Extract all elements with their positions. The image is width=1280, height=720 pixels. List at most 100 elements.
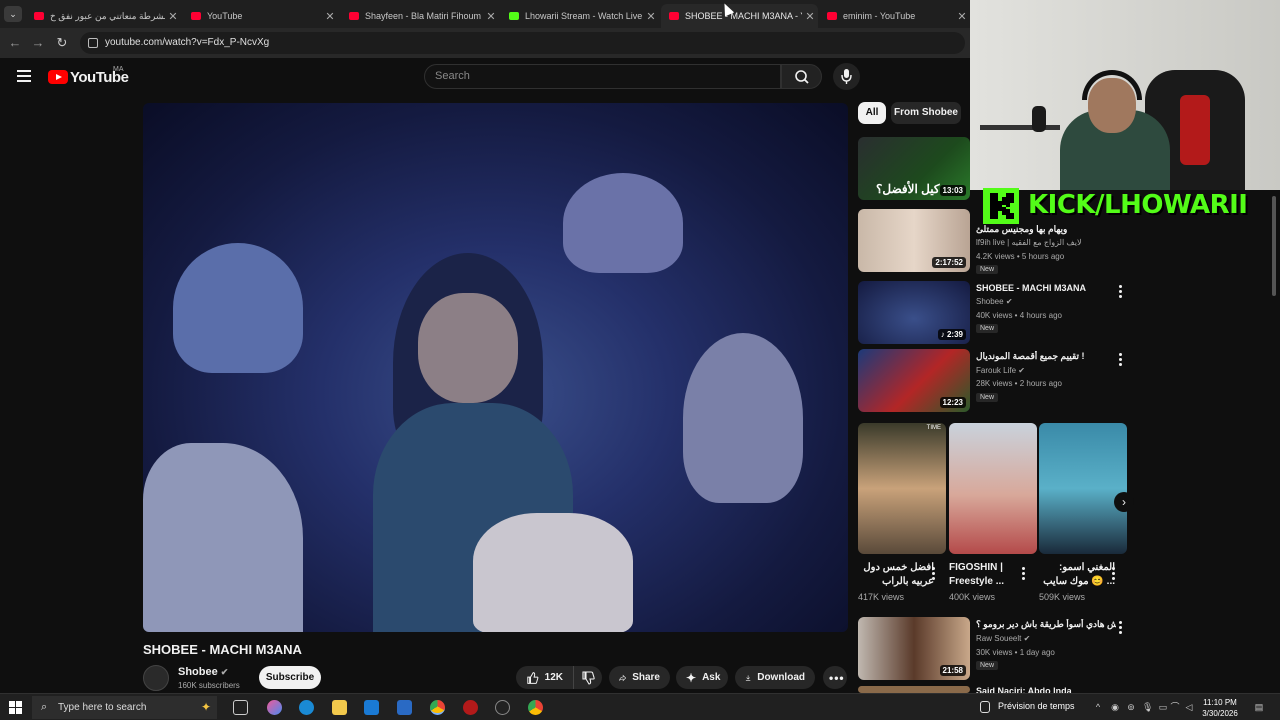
webcam-mic: [1032, 106, 1046, 132]
short-title[interactable]: افضل خمس دول عربيه بالراب: [858, 561, 934, 589]
rec-meta: 30K views • 1 day ago: [976, 648, 1055, 657]
browser-tab-3[interactable]: Shayfeen - Bla Matiri Fihoum ( ✕: [341, 4, 499, 28]
webcam-overlay: [970, 0, 1280, 190]
notifications-icon[interactable]: ▤: [1254, 702, 1264, 712]
reload-icon[interactable]: ↻: [53, 34, 71, 52]
video-frame-figure: [683, 333, 803, 503]
search-button[interactable]: [781, 64, 822, 89]
voice-search-button[interactable]: [833, 63, 860, 90]
page-scrollbar[interactable]: [1272, 196, 1276, 296]
hamburger-menu-icon[interactable]: [17, 70, 31, 82]
obs-icon[interactable]: [463, 700, 478, 715]
more-options-icon[interactable]: [1022, 567, 1026, 582]
rec-thumbnail-6[interactable]: [858, 686, 970, 693]
rec-channel[interactable]: Raw Soueelt ✔: [976, 634, 1030, 643]
tab-title: SHOBEE - MACHI M3ANA - You: [685, 11, 802, 21]
copilot-icon[interactable]: [267, 700, 282, 715]
tray-expand-icon[interactable]: ^: [1093, 702, 1103, 712]
taskbar-search-input[interactable]: ⌕ Type here to search ✦: [32, 696, 217, 719]
clock-date: 3/30/2026: [1202, 709, 1238, 718]
windows-start-icon[interactable]: [9, 701, 22, 714]
rec-thumbnail-4[interactable]: 12:23: [858, 349, 970, 412]
rec-title[interactable]: تقييم جميع أقمصة المونديال !: [976, 351, 1116, 362]
store-icon[interactable]: [364, 700, 379, 715]
rec-thumbnail-3[interactable]: ♪ 2:39: [858, 281, 970, 344]
display-icon[interactable]: ▭: [1158, 702, 1168, 712]
tray-app-icon[interactable]: ⊚: [1126, 702, 1136, 712]
youtube-logo[interactable]: YouTube MA: [48, 66, 129, 86]
close-tab-icon[interactable]: ✕: [954, 10, 970, 23]
like-button[interactable]: 12K: [516, 666, 573, 689]
dislike-button[interactable]: [573, 666, 602, 689]
video-player[interactable]: [143, 103, 848, 632]
task-view-icon[interactable]: [233, 700, 248, 715]
rec-meta: 28K views • 2 hours ago: [976, 379, 1062, 388]
more-options-icon[interactable]: [932, 567, 936, 582]
more-options-icon[interactable]: [1119, 285, 1123, 300]
edge-icon[interactable]: [299, 700, 314, 715]
close-tab-icon[interactable]: ✕: [322, 10, 338, 23]
browser-tab-6[interactable]: eminim - YouTube ✕: [819, 4, 970, 28]
close-tab-icon[interactable]: ✕: [643, 10, 659, 23]
close-tab-icon[interactable]: ✕: [802, 10, 818, 23]
new-badge: New: [976, 265, 999, 274]
download-button[interactable]: Download: [735, 666, 815, 689]
close-tab-icon[interactable]: ✕: [165, 10, 181, 23]
rec-channel[interactable]: Farouk Life ✔: [976, 366, 1025, 375]
file-explorer-icon[interactable]: [332, 700, 347, 715]
video-duration: ♪ 2:39: [937, 329, 966, 340]
tab-title: Shayfeen - Bla Matiri Fihoum (: [365, 11, 483, 21]
short-thumbnail-1[interactable]: TIME: [858, 423, 946, 554]
volume-icon[interactable]: ◁: [1184, 702, 1194, 712]
search-icon: ⌕: [41, 701, 48, 713]
close-tab-icon[interactable]: ✕: [483, 10, 499, 23]
rec-title[interactable]: SHOBEE - MACHI M3ANA: [976, 283, 1116, 293]
microphone-icon[interactable]: 🎙: [1142, 702, 1153, 712]
short-thumbnail-3[interactable]: [1039, 423, 1127, 554]
network-icon[interactable]: ⌒: [1170, 702, 1180, 712]
rec-thumbnail-5[interactable]: 21:58: [858, 617, 970, 680]
more-options-icon[interactable]: [1119, 621, 1123, 636]
rec-thumbnail-1[interactable]: كيل الأفضل؟ 13:03: [858, 137, 970, 200]
tab-title: Lhowarii Stream - Watch Live o: [525, 11, 643, 21]
share-button[interactable]: Share: [609, 666, 670, 689]
more-options-icon[interactable]: [1119, 353, 1123, 368]
taskbar-clock[interactable]: 11:10 PM 3/30/2026: [1198, 697, 1242, 719]
browser-tab-1[interactable]: الشرطة منعاتني من عبور نفق خ ✕: [26, 4, 181, 28]
browser-tab-2[interactable]: YouTube ✕: [183, 4, 338, 28]
browser-tab-5[interactable]: SHOBEE - MACHI M3ANA - You ✕: [661, 4, 818, 28]
back-icon[interactable]: ←: [6, 34, 24, 52]
rec-channel-text: Raw Soueelt: [976, 634, 1022, 643]
short-title[interactable]: المغني اسمو: موك سايب 😊 ...: [1039, 561, 1115, 589]
tab-title: الشرطة منعاتني من عبور نفق خ: [50, 10, 165, 21]
chrome-profile-icon[interactable]: [528, 700, 543, 715]
weather-widget[interactable]: Prévision de temps: [998, 701, 1075, 711]
short-title[interactable]: FIGOSHIN | Freestyle ...: [949, 561, 1025, 589]
capcut-icon[interactable]: [495, 700, 510, 715]
forward-icon[interactable]: →: [29, 34, 47, 52]
rec-title[interactable]: واش هادي أسوأ طريقة باش دير برومو ؟: [976, 619, 1116, 630]
ask-button[interactable]: ✦ Ask: [676, 666, 728, 689]
chrome-icon[interactable]: [430, 700, 445, 715]
search-input[interactable]: Search: [424, 64, 781, 89]
browser-tab-4[interactable]: Lhowarii Stream - Watch Live o ✕: [501, 4, 659, 28]
rec-thumbnail-2[interactable]: 2:17:52: [858, 209, 970, 272]
outlook-icon[interactable]: [397, 700, 412, 715]
tray-app-icon[interactable]: ◉: [1110, 702, 1120, 712]
tab-search-button[interactable]: ⌄: [4, 6, 22, 22]
more-actions-button[interactable]: •••: [823, 666, 847, 689]
like-count: 12K: [544, 672, 563, 683]
channel-name[interactable]: Shobee ✔: [178, 666, 228, 678]
subscribe-button[interactable]: Subscribe: [259, 666, 321, 689]
shorts-next-button[interactable]: ›: [1114, 492, 1134, 512]
short-thumbnail-2[interactable]: [949, 423, 1037, 554]
rec-title[interactable]: ويهام بها ومجنيس ممتلئ: [976, 224, 1116, 235]
site-info-icon[interactable]: [88, 38, 98, 48]
chip-from-shobee[interactable]: From Shobee: [891, 102, 961, 124]
rec-channel[interactable]: lf9ih live | لايف الزواج مع الفقيه: [976, 238, 1082, 247]
more-options-icon[interactable]: [1112, 567, 1116, 582]
channel-avatar[interactable]: [143, 665, 169, 691]
rec-channel[interactable]: Shobee ✔: [976, 297, 1013, 306]
chip-all[interactable]: All: [858, 102, 886, 124]
address-bar[interactable]: youtube.com/watch?v=Fdx_P-NcvXg: [80, 32, 965, 54]
